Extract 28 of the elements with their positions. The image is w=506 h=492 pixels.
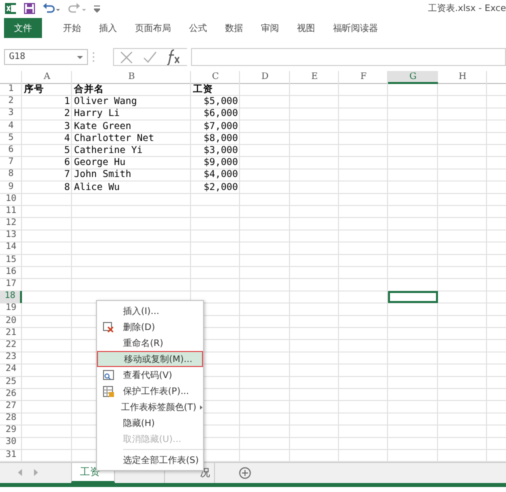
table-cell-text: $3,000: [202, 144, 239, 158]
table-cell-text: Charlotter Net: [73, 132, 156, 145]
table-cell-text: 1: [63, 96, 71, 108]
table-cell-text: Catherine Yi: [73, 144, 144, 158]
table-cell-text: 2: [63, 108, 71, 121]
table-cell-text: Kate Green: [73, 120, 132, 133]
table-cell-text: $5,000: [202, 96, 239, 108]
table-cell-text: Alice Wu: [73, 182, 121, 194]
table-cell-text: $7,000: [202, 120, 239, 133]
table-cell-text: $9,000: [202, 157, 239, 170]
column-heading-cell-text: 序号: [23, 84, 45, 96]
table-cell-text: 3: [63, 120, 71, 133]
table-cell-text: 8: [63, 182, 71, 194]
column-heading-cell-text: 工资: [192, 84, 214, 96]
table-cell-text: 7: [63, 169, 71, 182]
table-cell-text: Harry Li: [73, 108, 121, 121]
table-cell-text: George Hu: [73, 157, 126, 170]
table-cell-text: 5: [63, 144, 71, 158]
table-cell-text: $2,000: [202, 182, 239, 194]
table-cell-text: 6: [63, 157, 71, 170]
table-cell-text: $8,000: [202, 132, 239, 145]
table-cell-text: $4,000: [202, 169, 239, 182]
column-heading-cell-text: 合并名: [73, 84, 105, 96]
table-cell-text: 4: [63, 132, 71, 145]
table-cell-text: Oliver Wang: [73, 96, 138, 108]
window-title: 工资表.xlsx - Exce: [428, 2, 506, 14]
table-cell-text: $6,000: [202, 108, 239, 121]
table-cell-text: John Smith: [73, 169, 132, 182]
